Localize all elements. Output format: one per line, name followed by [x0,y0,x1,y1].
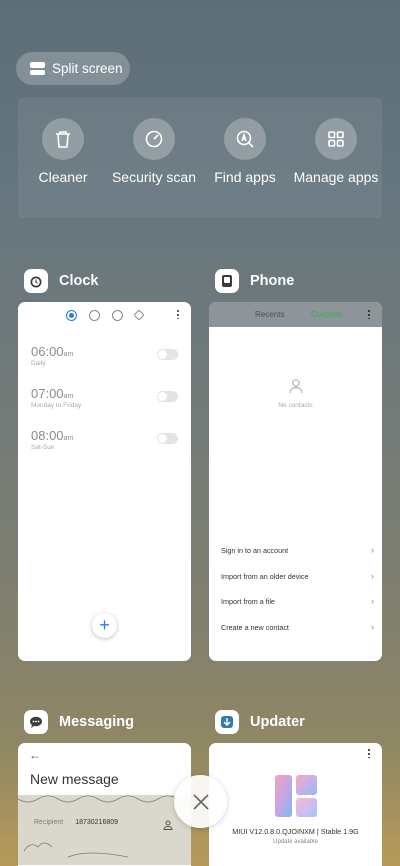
option-label: Create a new contact [221,622,289,632]
messaging-title-label: Messaging [59,714,134,730]
add-alarm-button[interactable]: + [92,613,117,638]
messaging-app-icon [24,710,48,734]
version-label: MIUI V12.0.8.0.QJOINXM | Stable 1.9G [232,827,359,836]
updater-title-label: Updater [250,714,305,730]
clock-title-label: Clock [59,273,99,289]
phone-title-label: Phone [250,273,295,289]
option-label: Import from a file [221,596,275,606]
alarm-item[interactable]: 06:00am Daily [31,344,73,367]
tab-recents[interactable]: Recents [255,310,284,319]
recipient-value: 18730216809 [75,819,119,826]
miui-logo-icon [275,775,317,817]
alarm-item[interactable]: 07:00am Monday to Friday [31,386,81,409]
tool-find-apps[interactable]: Find apps [200,118,290,185]
recipient-row[interactable]: Recipient 18730216809 [34,819,118,826]
split-screen-button[interactable]: Split screen [16,52,130,85]
more-options-icon[interactable] [368,309,370,319]
tab-contacts[interactable]: Contacts [311,310,343,319]
split-screen-label: Split screen [52,61,123,76]
tool-label: Security scan [111,169,197,185]
tool-label: Manage apps [293,169,379,185]
phone-card[interactable]: Recents Contacts No contacts Sign in to … [209,302,382,661]
alarm-toggle[interactable] [157,391,178,402]
option-import-device[interactable]: Import from an older device › [221,569,374,583]
update-status: Update available [273,839,318,845]
gauge-icon [133,118,175,160]
alarm-ampm: am [63,435,74,442]
grid-icon [315,118,357,160]
alarm-toggle[interactable] [157,433,178,444]
chevron-right-icon: › [371,545,374,555]
updater-card[interactable]: MIUI V12.0.8.0.QJOINXM | Stable 1.9G Upd… [209,743,382,866]
timer-tab-icon[interactable] [133,309,145,321]
clock-app-icon [24,269,48,293]
world-clock-tab-icon[interactable] [89,309,100,321]
chevron-right-icon: › [371,571,374,581]
back-arrow-icon[interactable]: ← [29,748,41,762]
phone-card-title[interactable]: Phone [215,267,294,295]
no-contacts-label: No contacts [278,402,313,409]
app-search-icon [224,118,266,160]
clock-tabs [18,302,191,328]
stopwatch-tab-icon[interactable] [112,309,123,321]
chevron-right-icon: › [371,596,374,606]
quick-tools-panel: Cleaner Security scan Find apps Manage a… [18,98,382,218]
split-screen-icon [30,62,45,75]
contact-picker-icon[interactable] [163,817,173,835]
alarm-toggle[interactable] [157,349,178,360]
messaging-card-title[interactable]: Messaging [24,708,134,736]
option-sign-in[interactable]: Sign in to an account › [221,543,374,557]
close-icon [192,793,209,810]
updater-card-title[interactable]: Updater [215,708,305,736]
trash-icon [42,118,84,160]
alarm-repeat: Sat-Sun [31,444,55,451]
phone-tab-bar: Recents Contacts [209,302,382,327]
tool-manage-apps[interactable]: Manage apps [291,118,381,185]
updater-app-icon [215,710,239,734]
alarm-ampm: am [63,351,74,358]
alarm-repeat: Monday to Friday [31,402,82,409]
tool-security-scan[interactable]: Security scan [109,118,199,185]
empty-contacts: No contacts [209,378,382,409]
alarm-time: 06:00 [31,344,64,359]
alarm-time: 08:00 [31,428,64,443]
phone-app-icon [215,269,239,293]
alarm-repeat: Daily [31,360,46,367]
clock-card[interactable]: 06:00am Daily 07:00am Monday to Friday 0… [18,302,191,661]
alarm-tab-icon[interactable] [66,309,77,321]
alarm-time: 07:00 [31,386,64,401]
tool-cleaner[interactable]: Cleaner [18,118,108,185]
new-message-heading: New message [30,771,119,787]
tool-label: Cleaner [38,169,88,185]
person-icon [288,379,303,394]
option-label: Sign in to an account [221,545,289,555]
option-create-contact[interactable]: Create a new contact › [221,620,374,634]
alarm-ampm: am [63,393,74,400]
tool-label: Find apps [214,169,276,185]
messaging-card[interactable]: ← New message Recipient 18730216809 [18,743,191,866]
clock-card-title[interactable]: Clock [24,267,99,295]
more-options-icon[interactable] [177,309,179,319]
recipient-label: Recipient [34,819,64,826]
close-all-button[interactable] [174,775,227,828]
alarm-item[interactable]: 08:00am Sat-Sun [31,428,73,451]
option-label: Import from an older device [221,571,309,581]
option-import-file[interactable]: Import from a file › [221,594,374,608]
more-options-icon[interactable] [368,748,370,758]
chevron-right-icon: › [371,622,374,632]
